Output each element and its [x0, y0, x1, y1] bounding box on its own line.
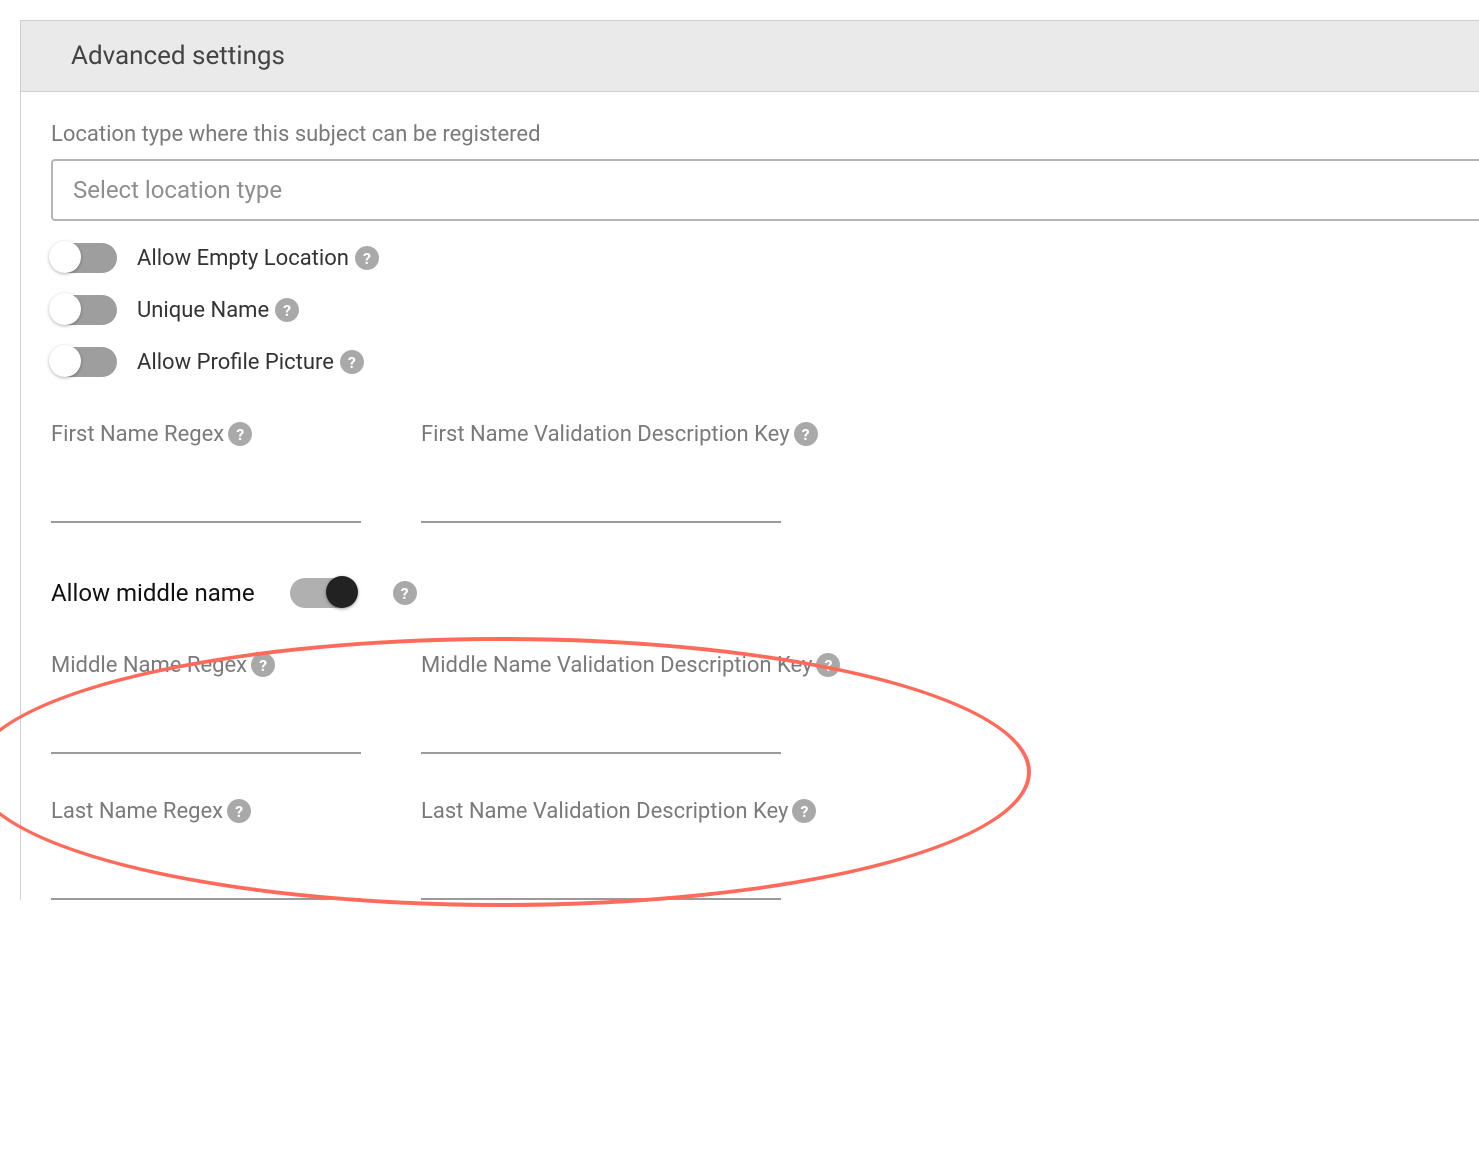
help-icon[interactable]: ? — [227, 799, 251, 823]
allow-profile-picture-toggle[interactable] — [51, 347, 117, 377]
middle-name-regex-input[interactable] — [51, 678, 361, 754]
last-name-regex-input[interactable] — [51, 824, 361, 900]
toggle-row-allow-empty-location: Allow Empty Location ? — [51, 243, 1479, 273]
middle-name-validation-key-field: Middle Name Validation Description Key ? — [421, 653, 781, 754]
location-type-placeholder: Select location type — [73, 176, 282, 204]
location-type-label: Location type where this subject can be … — [51, 122, 1479, 147]
panel-title: Advanced settings — [21, 21, 1479, 92]
help-icon[interactable]: ? — [816, 653, 840, 677]
help-icon[interactable]: ? — [228, 422, 252, 446]
help-icon[interactable]: ? — [355, 246, 379, 270]
toggle-row-allow-profile-picture: Allow Profile Picture ? — [51, 347, 1479, 377]
first-name-row: First Name Regex ? First Name Validation… — [51, 422, 1479, 523]
last-name-regex-field: Last Name Regex ? — [51, 799, 361, 900]
last-name-validation-key-input[interactable] — [421, 824, 781, 900]
toggle-row-allow-middle-name: Allow middle name ? — [51, 578, 1479, 608]
first-name-validation-key-field: First Name Validation Description Key ? — [421, 422, 781, 523]
first-name-validation-key-label: First Name Validation Description Key — [421, 422, 790, 447]
help-icon[interactable]: ? — [393, 581, 417, 605]
middle-name-validation-key-input[interactable] — [421, 678, 781, 754]
first-name-validation-key-input[interactable] — [421, 447, 781, 523]
unique-name-toggle[interactable] — [51, 295, 117, 325]
allow-profile-picture-label: Allow Profile Picture ? — [137, 350, 364, 375]
first-name-regex-field: First Name Regex ? — [51, 422, 361, 523]
help-icon[interactable]: ? — [340, 350, 364, 374]
last-name-validation-key-field: Last Name Validation Description Key ? — [421, 799, 781, 900]
first-name-regex-input[interactable] — [51, 447, 361, 523]
unique-name-label: Unique Name ? — [137, 298, 299, 323]
help-icon[interactable]: ? — [794, 422, 818, 446]
last-name-row: Last Name Regex ? Last Name Validation D… — [51, 799, 1479, 900]
first-name-regex-label: First Name Regex — [51, 422, 224, 447]
panel-body: Location type where this subject can be … — [21, 92, 1479, 900]
help-icon[interactable]: ? — [792, 799, 816, 823]
middle-name-validation-key-label: Middle Name Validation Description Key — [421, 653, 812, 678]
help-icon[interactable]: ? — [275, 298, 299, 322]
toggle-row-unique-name: Unique Name ? — [51, 295, 1479, 325]
last-name-regex-label: Last Name Regex — [51, 799, 223, 824]
location-type-select[interactable]: Select location type — [51, 159, 1479, 221]
allow-middle-name-toggle[interactable] — [290, 578, 356, 608]
middle-name-row: Middle Name Regex ? Middle Name Validati… — [51, 653, 1479, 754]
allow-empty-location-toggle[interactable] — [51, 243, 117, 273]
advanced-settings-panel: Advanced settings Location type where th… — [20, 20, 1479, 900]
middle-name-regex-field: Middle Name Regex ? — [51, 653, 361, 754]
help-icon[interactable]: ? — [251, 653, 275, 677]
allow-empty-location-label: Allow Empty Location ? — [137, 246, 379, 271]
middle-name-regex-label: Middle Name Regex — [51, 653, 247, 678]
last-name-validation-key-label: Last Name Validation Description Key — [421, 799, 788, 824]
allow-middle-name-label: Allow middle name — [51, 579, 255, 607]
